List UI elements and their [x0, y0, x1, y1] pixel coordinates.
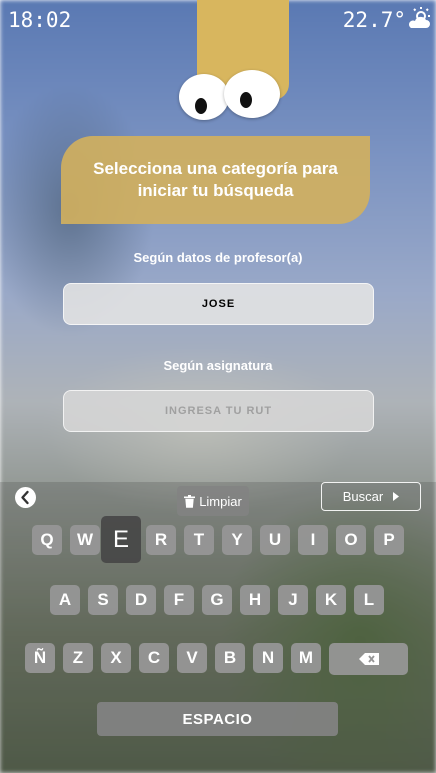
key-e[interactable]: E	[101, 516, 141, 563]
space-key-label: ESPACIO	[182, 710, 253, 728]
search-button-label: Buscar	[342, 489, 384, 504]
professor-search-value: JOSE	[201, 298, 236, 310]
professor-search-input[interactable]: JOSE	[63, 283, 374, 325]
back-button[interactable]	[15, 487, 36, 508]
key-r[interactable]: R	[146, 525, 176, 555]
space-key[interactable]: ESPACIO	[97, 702, 338, 736]
caret-right-icon	[393, 492, 400, 501]
key-w[interactable]: W	[70, 525, 100, 555]
trash-icon	[184, 494, 196, 508]
key-h[interactable]: H	[240, 585, 270, 615]
key-y[interactable]: Y	[222, 525, 252, 555]
key-c[interactable]: C	[139, 643, 169, 673]
subject-search-input[interactable]: INGRESA TU RUT	[63, 390, 374, 432]
key-m[interactable]: M	[291, 643, 321, 673]
key-i[interactable]: I	[298, 525, 328, 555]
key-f[interactable]: F	[164, 585, 194, 615]
key-d[interactable]: D	[126, 585, 156, 615]
professor-section-label: Según datos de profesor(a)	[133, 250, 303, 265]
partly-cloudy-icon	[408, 7, 430, 28]
status-temperature: 22.7°	[342, 8, 406, 32]
key-s[interactable]: S	[88, 585, 118, 615]
subject-section-label: Según asignatura	[163, 358, 273, 373]
key-ñ[interactable]: Ñ	[25, 643, 55, 673]
backspace-icon	[358, 653, 379, 665]
key-n[interactable]: N	[253, 643, 283, 673]
key-a[interactable]: A	[50, 585, 80, 615]
key-z[interactable]: Z	[63, 643, 93, 673]
key-v[interactable]: V	[177, 643, 207, 673]
mascot-left-eye	[179, 74, 229, 120]
key-l[interactable]: L	[354, 585, 384, 615]
backspace-key[interactable]	[329, 643, 408, 675]
key-g[interactable]: G	[202, 585, 232, 615]
key-o[interactable]: O	[336, 525, 366, 555]
mascot-left-pupil	[195, 98, 207, 114]
mascot-right-eye	[224, 70, 280, 118]
mascot-right-pupil	[240, 92, 252, 108]
key-q[interactable]: Q	[32, 525, 62, 555]
clear-button-label: Limpiar	[199, 493, 242, 509]
subject-search-placeholder: INGRESA TU RUT	[164, 405, 273, 417]
key-k[interactable]: K	[316, 585, 346, 615]
key-t[interactable]: T	[184, 525, 214, 555]
key-b[interactable]: B	[215, 643, 245, 673]
chevron-left-icon	[21, 490, 29, 505]
category-prompt-title: Selecciona una categoría para iniciar tu…	[93, 159, 338, 200]
category-prompt: Selecciona una categoría para iniciar tu…	[61, 136, 370, 224]
key-j[interactable]: J	[278, 585, 308, 615]
status-time: 18:02	[8, 8, 72, 32]
search-button[interactable]: Buscar	[321, 482, 421, 511]
key-p[interactable]: P	[374, 525, 404, 555]
clear-button[interactable]: Limpiar	[177, 486, 249, 516]
key-x[interactable]: X	[101, 643, 131, 673]
key-u[interactable]: U	[260, 525, 290, 555]
